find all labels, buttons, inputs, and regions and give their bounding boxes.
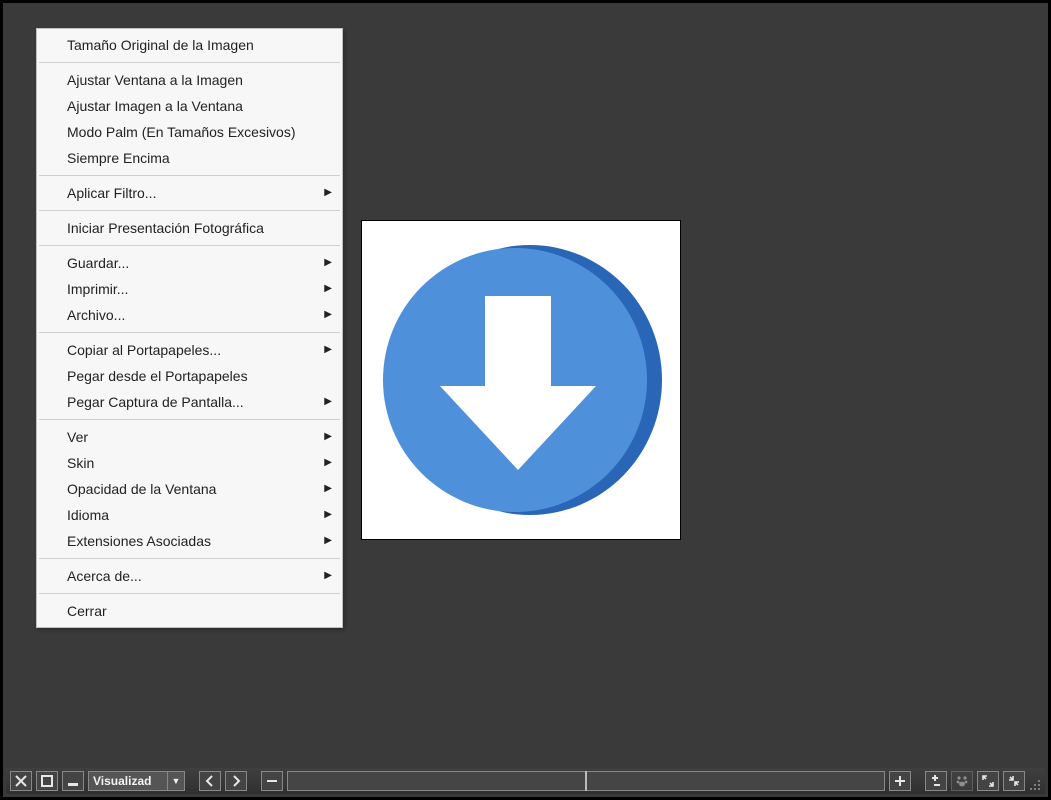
menu-item-label: Cerrar <box>67 603 107 619</box>
prev-button[interactable] <box>199 771 221 791</box>
image-viewport[interactable]: Tamaño Original de la Imagen Ajustar Vent… <box>6 6 1045 765</box>
menu-item-label: Tamaño Original de la Imagen <box>67 37 254 53</box>
submenu-arrow-icon: ▶ <box>324 341 332 359</box>
submenu-arrow-icon: ▶ <box>324 306 332 324</box>
menu-item-label: Modo Palm (En Tamaños Excesivos) <box>67 124 296 140</box>
menu-item-label: Imprimir... <box>67 281 128 297</box>
menu-separator <box>39 332 340 333</box>
maximize-icon <box>40 774 54 788</box>
app-window: Tamaño Original de la Imagen Ajustar Vent… <box>0 0 1051 800</box>
plus-minus-icon <box>929 774 943 788</box>
menu-item[interactable]: Cerrar <box>37 598 342 624</box>
menu-item-label: Extensiones Asociadas <box>67 533 211 549</box>
menu-item[interactable]: Pegar Captura de Pantalla... ▶ <box>37 389 342 415</box>
arrows-collapse-icon <box>1007 774 1021 788</box>
zoom-in-button[interactable] <box>889 771 911 791</box>
submenu-arrow-icon: ▶ <box>324 532 332 550</box>
menu-separator <box>39 593 340 594</box>
submenu-arrow-icon: ▶ <box>324 254 332 272</box>
submenu-arrow-icon: ▶ <box>324 184 332 202</box>
menu-item[interactable]: Ajustar Ventana a la Imagen <box>37 67 342 93</box>
menu-item[interactable]: Ver ▶ <box>37 424 342 450</box>
menu-item-label: Ajustar Ventana a la Imagen <box>67 72 243 88</box>
slider-thumb[interactable] <box>585 771 587 791</box>
menu-item[interactable]: Tamaño Original de la Imagen <box>37 32 342 58</box>
collapse-in-button[interactable] <box>1003 771 1025 791</box>
menu-item-label: Pegar Captura de Pantalla... <box>67 394 244 410</box>
zoom-out-button[interactable] <box>261 771 283 791</box>
minimize-icon <box>66 774 80 788</box>
menu-item[interactable]: Aplicar Filtro... ▶ <box>37 180 342 206</box>
menu-item[interactable]: Acerca de... ▶ <box>37 563 342 589</box>
menu-item[interactable]: Guardar... ▶ <box>37 250 342 276</box>
menu-separator <box>39 175 340 176</box>
menu-item-label: Opacidad de la Ventana <box>67 481 216 497</box>
menu-separator <box>39 210 340 211</box>
menu-item-label: Pegar desde el Portapapeles <box>67 368 248 384</box>
menu-item-label: Iniciar Presentación Fotográfica <box>67 220 264 236</box>
chevron-left-icon <box>203 774 217 788</box>
view-mode-dropdown[interactable]: Visualizad ▼ <box>88 771 185 791</box>
menu-item-label: Archivo... <box>67 307 125 323</box>
minus-icon <box>265 774 279 788</box>
close-icon <box>14 774 28 788</box>
next-button[interactable] <box>225 771 247 791</box>
submenu-arrow-icon: ▶ <box>324 428 332 446</box>
menu-item-label: Ajustar Imagen a la Ventana <box>67 98 243 114</box>
menu-separator <box>39 419 340 420</box>
menu-item[interactable]: Idioma ▶ <box>37 502 342 528</box>
expand-out-button[interactable] <box>977 771 999 791</box>
plus-icon <box>893 774 907 788</box>
close-button[interactable] <box>10 771 32 791</box>
chevron-right-icon <box>229 774 243 788</box>
minimize-button[interactable] <box>62 771 84 791</box>
menu-item[interactable]: Extensiones Asociadas ▶ <box>37 528 342 554</box>
position-slider[interactable] <box>287 771 885 791</box>
submenu-arrow-icon: ▶ <box>324 280 332 298</box>
menu-item[interactable]: Copiar al Portapapeles... ▶ <box>37 337 342 363</box>
chevron-down-icon: ▼ <box>167 772 184 790</box>
resize-grip-icon <box>1029 779 1041 791</box>
menu-item-label: Idioma <box>67 507 109 523</box>
menu-item-label: Guardar... <box>67 255 129 271</box>
pawprint-button[interactable] <box>951 771 973 791</box>
menu-item[interactable]: Modo Palm (En Tamaños Excesivos) <box>37 119 342 145</box>
menu-separator <box>39 245 340 246</box>
menu-item-label: Aplicar Filtro... <box>67 185 156 201</box>
menu-item-label: Ver <box>67 429 88 445</box>
menu-item[interactable]: Skin ▶ <box>37 450 342 476</box>
menu-item[interactable]: Archivo... ▶ <box>37 302 342 328</box>
context-menu: Tamaño Original de la Imagen Ajustar Vent… <box>36 28 343 628</box>
submenu-arrow-icon: ▶ <box>324 454 332 472</box>
menu-item-label: Copiar al Portapapeles... <box>67 342 221 358</box>
menu-item-label: Acerca de... <box>67 568 142 584</box>
pawprint-icon <box>955 774 969 788</box>
resize-grip[interactable] <box>1029 771 1041 791</box>
menu-item[interactable]: Opacidad de la Ventana ▶ <box>37 476 342 502</box>
view-mode-label: Visualizad <box>89 772 167 790</box>
zoom-toggle-button[interactable] <box>925 771 947 791</box>
menu-separator <box>39 62 340 63</box>
bottom-toolbar: Visualizad ▼ <box>6 768 1045 794</box>
submenu-arrow-icon: ▶ <box>324 506 332 524</box>
menu-item[interactable]: Imprimir... ▶ <box>37 276 342 302</box>
download-arrow-icon <box>371 230 671 530</box>
image-canvas <box>361 220 681 540</box>
arrows-expand-icon <box>981 774 995 788</box>
menu-item-label: Siempre Encima <box>67 150 170 166</box>
menu-separator <box>39 558 340 559</box>
submenu-arrow-icon: ▶ <box>324 393 332 411</box>
maximize-button[interactable] <box>36 771 58 791</box>
menu-item[interactable]: Siempre Encima <box>37 145 342 171</box>
menu-item[interactable]: Iniciar Presentación Fotográfica <box>37 215 342 241</box>
menu-item[interactable]: Pegar desde el Portapapeles <box>37 363 342 389</box>
menu-item-label: Skin <box>67 455 94 471</box>
submenu-arrow-icon: ▶ <box>324 480 332 498</box>
submenu-arrow-icon: ▶ <box>324 567 332 585</box>
menu-item[interactable]: Ajustar Imagen a la Ventana <box>37 93 342 119</box>
